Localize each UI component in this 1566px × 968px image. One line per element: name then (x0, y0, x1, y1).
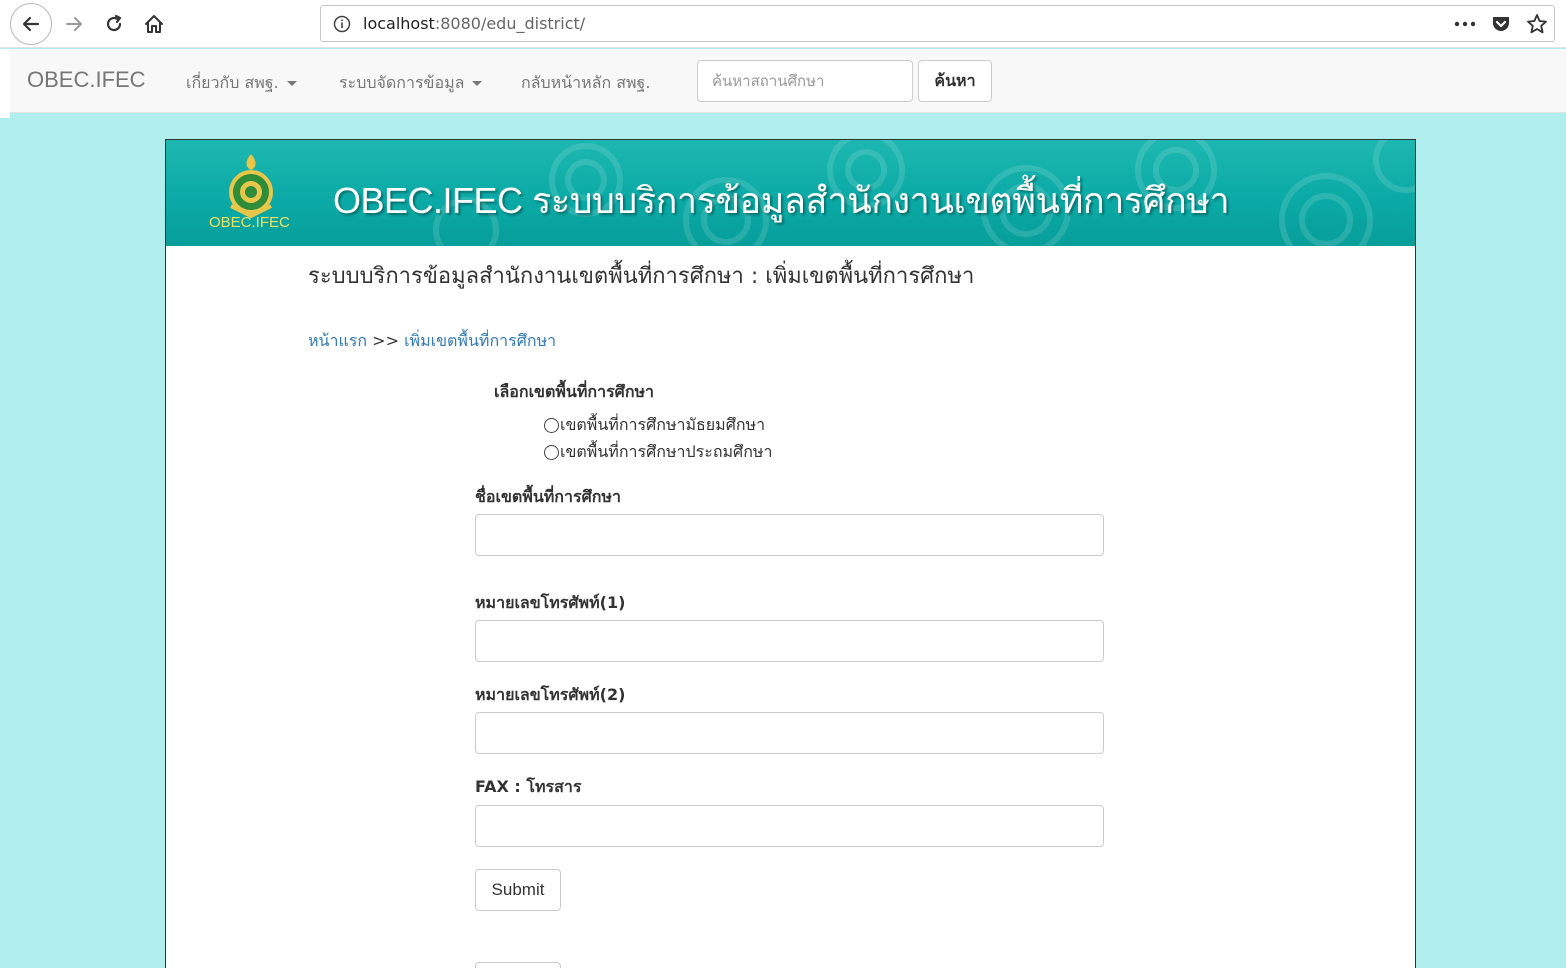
radio-button[interactable] (544, 445, 559, 460)
main-panel: OBEC.IFEC OBEC.IFEC ระบบบริการข้อมูลสำนั… (165, 139, 1416, 968)
arrow-right-icon (66, 17, 82, 31)
submit-button[interactable]: Submit (475, 869, 561, 911)
radio-primary-label: เขตพื้นที่การศึกษาประถมศึกษา (560, 442, 773, 461)
caret-down-icon (472, 81, 483, 86)
breadcrumb: หน้าแรก >> เพิ่มเขตพื้นที่การศึกษา (308, 329, 556, 354)
address-bar[interactable]: localhost:8080/edu_district/ (320, 5, 1555, 42)
phone2-label: หมายเลขโทรศัพท์(2) (475, 685, 626, 704)
radio-button[interactable] (544, 418, 559, 433)
nav-link-home[interactable]: กลับหน้าหลัก สพฐ. (521, 71, 650, 96)
forward-button[interactable] (54, 4, 94, 44)
secondary-button[interactable] (475, 962, 561, 968)
page-edge (0, 49, 10, 118)
banner-title: OBEC.IFEC ระบบบริการข้อมูลสำนักงานเขตพื้… (333, 180, 1230, 221)
home-icon (145, 15, 163, 33)
radio-option-primary[interactable]: เขตพื้นที่การศึกษาประถมศึกษา (544, 440, 772, 465)
url-host: localhost (363, 14, 435, 33)
nav-data-label: ระบบจัดการข้อมูล (339, 73, 465, 92)
home-button[interactable] (134, 4, 174, 44)
breadcrumb-current-link[interactable]: เพิ่มเขตพื้นที่การศึกษา (404, 331, 556, 350)
phone2-input[interactable] (475, 712, 1104, 754)
radio-option-secondary[interactable]: เขตพื้นที่การศึกษามัธยมศึกษา (544, 413, 765, 438)
phone1-label: หมายเลขโทรศัพท์(1) (475, 593, 626, 612)
bookmark-star-icon[interactable] (1526, 13, 1548, 35)
fax-input[interactable] (475, 805, 1104, 847)
district-name-input[interactable] (475, 514, 1104, 556)
info-icon[interactable] (333, 15, 351, 33)
breadcrumb-home-link[interactable]: หน้าแรก (308, 331, 367, 350)
nav-dropdown-about[interactable]: เกี่ยวกับ สพฐ. (186, 71, 297, 96)
navbar-brand[interactable]: OBEC.IFEC (27, 67, 146, 93)
page-title: ระบบบริการข้อมูลสำนักงานเขตพื้นที่การศึก… (308, 264, 975, 289)
radio-secondary-label: เขตพื้นที่การศึกษามัธยมศึกษา (560, 415, 766, 434)
header-banner: OBEC.IFEC OBEC.IFEC ระบบบริการข้อมูลสำนั… (166, 140, 1415, 246)
caret-down-icon (286, 81, 297, 86)
nav-home-label: กลับหน้าหลัก สพฐ. (521, 73, 651, 92)
browser-toolbar: localhost:8080/edu_district/ (0, 0, 1566, 48)
back-button[interactable] (10, 3, 52, 45)
search-button[interactable]: ค้นหา (918, 60, 992, 102)
district-name-label: ชื่อเขตพื้นที่การศึกษา (475, 487, 621, 506)
arrow-left-icon (22, 16, 40, 32)
url-text: localhost:8080/edu_district/ (363, 14, 585, 33)
district-type-label: เลือกเขตพื้นที่การศึกษา (494, 382, 655, 401)
url-actions (1454, 12, 1548, 36)
more-icon[interactable] (1454, 20, 1476, 28)
app-navbar: OBEC.IFEC เกี่ยวกับ สพฐ. ระบบจัดการข้อมู… (10, 49, 1566, 113)
url-path: :8080/edu_district/ (434, 14, 586, 33)
search-input[interactable] (697, 60, 913, 102)
reload-icon (106, 14, 122, 32)
breadcrumb-separator: >> (372, 331, 399, 350)
nav-about-label: เกี่ยวกับ สพฐ. (186, 73, 279, 92)
banner-logo-text: OBEC.IFEC (209, 214, 290, 231)
fax-label: FAX : โทรสาร (475, 777, 582, 796)
pocket-icon[interactable] (1490, 13, 1512, 35)
nav-dropdown-data[interactable]: ระบบจัดการข้อมูล (339, 71, 483, 96)
reload-button[interactable] (94, 4, 134, 44)
phone1-input[interactable] (475, 620, 1104, 662)
